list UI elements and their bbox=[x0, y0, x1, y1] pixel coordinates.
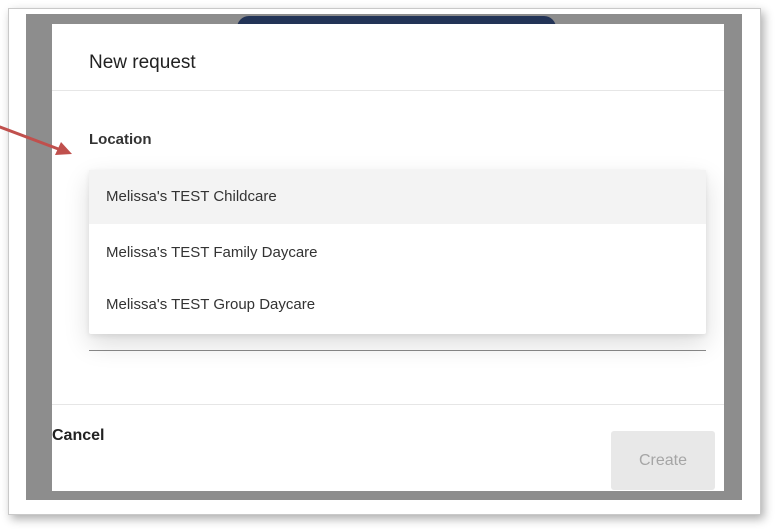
location-label: Location bbox=[89, 131, 152, 148]
location-option-family-daycare[interactable]: Melissa's TEST Family Daycare bbox=[89, 226, 706, 280]
location-option-group-daycare[interactable]: Melissa's TEST Group Daycare bbox=[89, 278, 706, 332]
location-option-childcare[interactable]: Melissa's TEST Childcare bbox=[89, 170, 706, 224]
annotation-arrow-icon bbox=[0, 125, 72, 155]
location-dropdown-menu: Melissa's TEST Childcare Melissa's TEST … bbox=[89, 170, 706, 334]
cancel-button[interactable]: Cancel bbox=[52, 427, 104, 445]
dialog-title: New request bbox=[89, 52, 196, 73]
create-button[interactable]: Create bbox=[611, 431, 715, 490]
dialog-header: New request bbox=[52, 24, 724, 91]
location-select-underline[interactable] bbox=[89, 350, 706, 351]
new-request-dialog: New request Location Melissa's TEST Chil… bbox=[52, 24, 724, 491]
